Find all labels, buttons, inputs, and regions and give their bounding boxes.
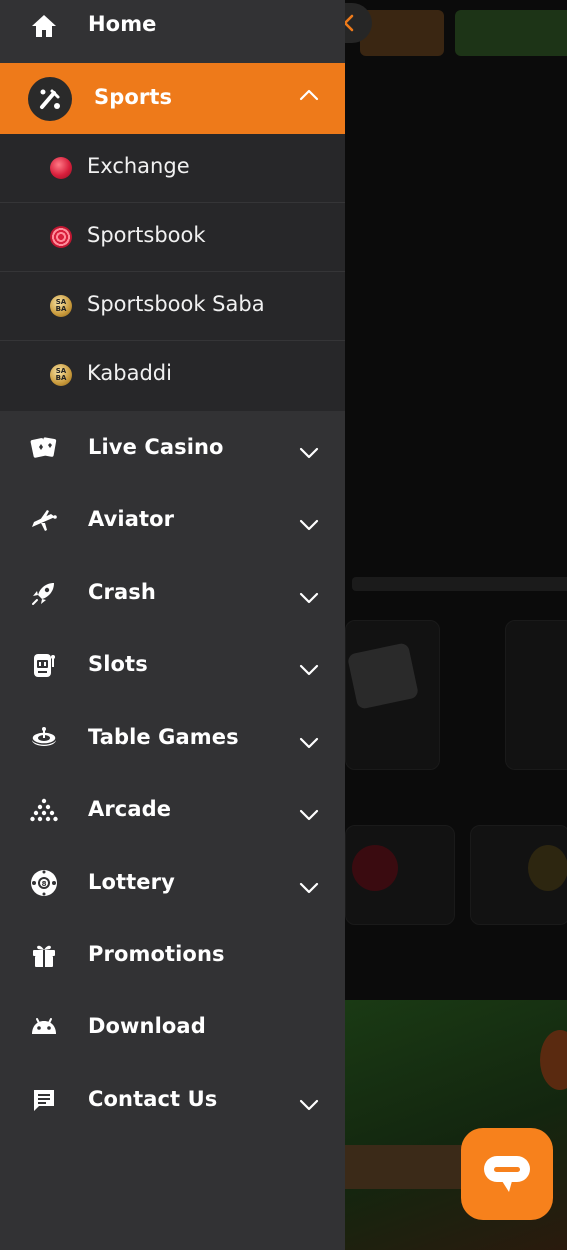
menu-item-label: Live Casino	[88, 435, 224, 459]
menu-item-arcade[interactable]: Arcade	[0, 782, 345, 838]
android-icon	[28, 1011, 60, 1043]
background-banner-stripe	[345, 1145, 465, 1189]
chevron-down-icon[interactable]	[298, 880, 320, 894]
cards-icon	[28, 432, 60, 464]
svg-text:8: 8	[42, 880, 47, 888]
sports-icon	[28, 77, 72, 121]
chevron-up-icon[interactable]	[298, 87, 320, 101]
chat-bubble-icon	[484, 1156, 530, 1192]
chat-icon	[28, 1084, 60, 1116]
background-text	[352, 577, 567, 591]
menu-item-label: Crash	[88, 580, 156, 604]
menu-item-label: Arcade	[88, 797, 172, 821]
arcade-icon	[28, 794, 60, 826]
menu-item-home[interactable]: Home	[0, 0, 345, 52]
menu-item-crash[interactable]: Crash	[0, 565, 345, 621]
menu-item-label: Aviator	[88, 507, 175, 531]
menu-item-label: Contact Us	[88, 1087, 218, 1111]
chevron-down-icon[interactable]	[298, 807, 320, 821]
submenu-item-sportsbook-saba[interactable]: SA BA Sportsbook Saba	[0, 272, 345, 341]
side-menu-drawer: Home Sports Exchange Sportsbook SA BA Sp…	[0, 0, 345, 1250]
plane-icon	[28, 504, 60, 536]
roulette-icon	[28, 722, 60, 754]
chevron-down-icon[interactable]	[298, 662, 320, 676]
menu-item-slots[interactable]: Slots	[0, 637, 345, 693]
menu-item-promotions[interactable]: Promotions	[0, 927, 345, 983]
chevron-down-icon[interactable]	[298, 1097, 320, 1111]
submenu-item-exchange[interactable]: Exchange	[0, 134, 345, 203]
chevron-down-icon[interactable]	[298, 735, 320, 749]
gift-icon	[28, 939, 60, 971]
home-icon	[28, 10, 60, 42]
submenu-item-sportsbook[interactable]: Sportsbook	[0, 203, 345, 272]
menu-item-label: Sports	[94, 85, 173, 109]
menu-item-label: Promotions	[88, 942, 225, 966]
background-card	[505, 620, 567, 770]
menu-item-lottery[interactable]: 8 Lottery	[0, 855, 345, 911]
menu-item-label: Table Games	[88, 725, 239, 749]
menu-item-aviator[interactable]: Aviator	[0, 492, 345, 548]
menu-item-label: Home	[88, 12, 157, 36]
background-card-image	[352, 845, 398, 891]
background-button	[360, 10, 444, 56]
sportsbook-icon	[50, 226, 72, 248]
menu-item-download[interactable]: Download	[0, 999, 345, 1055]
lottery-ball-icon: 8	[28, 867, 60, 899]
slot-machine-icon	[28, 649, 60, 681]
saba-icon: SA BA	[50, 364, 72, 386]
chevron-down-icon[interactable]	[298, 445, 320, 459]
menu-item-table-games[interactable]: Table Games	[0, 710, 345, 766]
live-chat-button[interactable]	[461, 1128, 553, 1220]
chevron-down-icon[interactable]	[298, 590, 320, 604]
rocket-icon	[28, 577, 60, 609]
chevron-down-icon[interactable]	[298, 517, 320, 531]
submenu-item-label: Sportsbook	[87, 223, 206, 247]
menu-item-sports[interactable]: Sports	[0, 63, 345, 134]
menu-item-contact-us[interactable]: Contact Us	[0, 1072, 345, 1128]
submenu-item-label: Sportsbook Saba	[87, 292, 265, 316]
background-button	[455, 10, 567, 56]
submenu-item-label: Kabaddi	[87, 361, 172, 385]
background-card-image	[528, 845, 567, 891]
submenu-item-label: Exchange	[87, 154, 190, 178]
menu-item-live-casino[interactable]: Live Casino	[0, 420, 345, 476]
saba-icon: SA BA	[50, 295, 72, 317]
submenu-item-kabaddi[interactable]: SA BA Kabaddi	[0, 341, 345, 411]
cricket-ball-icon	[50, 157, 72, 179]
menu-item-label: Slots	[88, 652, 148, 676]
menu-item-label: Lottery	[88, 870, 175, 894]
menu-item-label: Download	[88, 1014, 206, 1038]
